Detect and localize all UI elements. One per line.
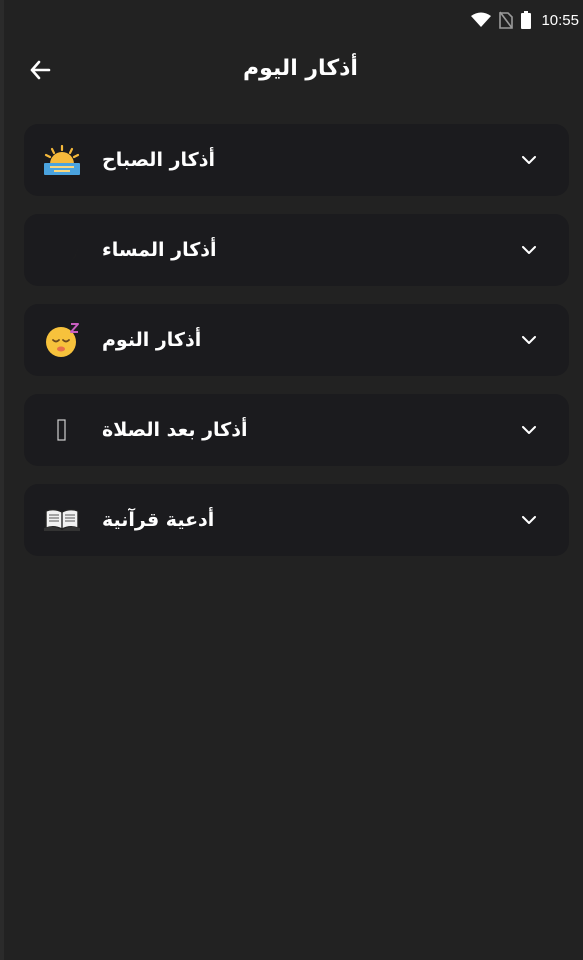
adhkar-item-evening[interactable]: أذكار المساء — [24, 214, 569, 286]
status-bar: 10:55 — [4, 0, 583, 40]
chevron-down-icon — [519, 240, 539, 260]
page-title: أذكار اليوم — [243, 56, 358, 81]
item-label: أذكار الصباح — [102, 149, 215, 171]
no-sim-icon — [499, 11, 514, 29]
screen: 10:55 أذكار اليوم أذكار الصباح أذكار الم… — [0, 0, 583, 960]
chevron-down-icon — [519, 150, 539, 170]
crescent-moon-icon — [44, 232, 80, 268]
app-bar: أذكار اليوم — [4, 46, 583, 98]
chevron-down-icon — [519, 330, 539, 350]
adhkar-item-quranic-duas[interactable]: أدعية قرآنية — [24, 484, 569, 556]
chevron-down-icon — [519, 510, 539, 530]
adhkar-item-after-prayer[interactable]: أذكار بعد الصلاة — [24, 394, 569, 466]
item-label: أدعية قرآنية — [102, 509, 215, 531]
status-time: 10:55 — [541, 11, 579, 29]
item-label: أذكار المساء — [102, 239, 217, 261]
item-label: أذكار بعد الصلاة — [102, 419, 248, 441]
wifi-icon — [471, 12, 492, 28]
adhkar-item-morning[interactable]: أذكار الصباح — [24, 124, 569, 196]
missing-glyph-icon — [44, 412, 80, 448]
adhkar-list: أذكار الصباح أذكار المساء أذكار النوم أذ… — [24, 124, 569, 556]
sleeping-face-icon — [44, 322, 80, 358]
open-book-icon — [44, 502, 80, 538]
chevron-down-icon — [519, 420, 539, 440]
adhkar-item-sleep[interactable]: أذكار النوم — [24, 304, 569, 376]
sunrise-icon — [44, 142, 80, 178]
battery-icon — [521, 11, 532, 29]
item-label: أذكار النوم — [102, 329, 202, 351]
